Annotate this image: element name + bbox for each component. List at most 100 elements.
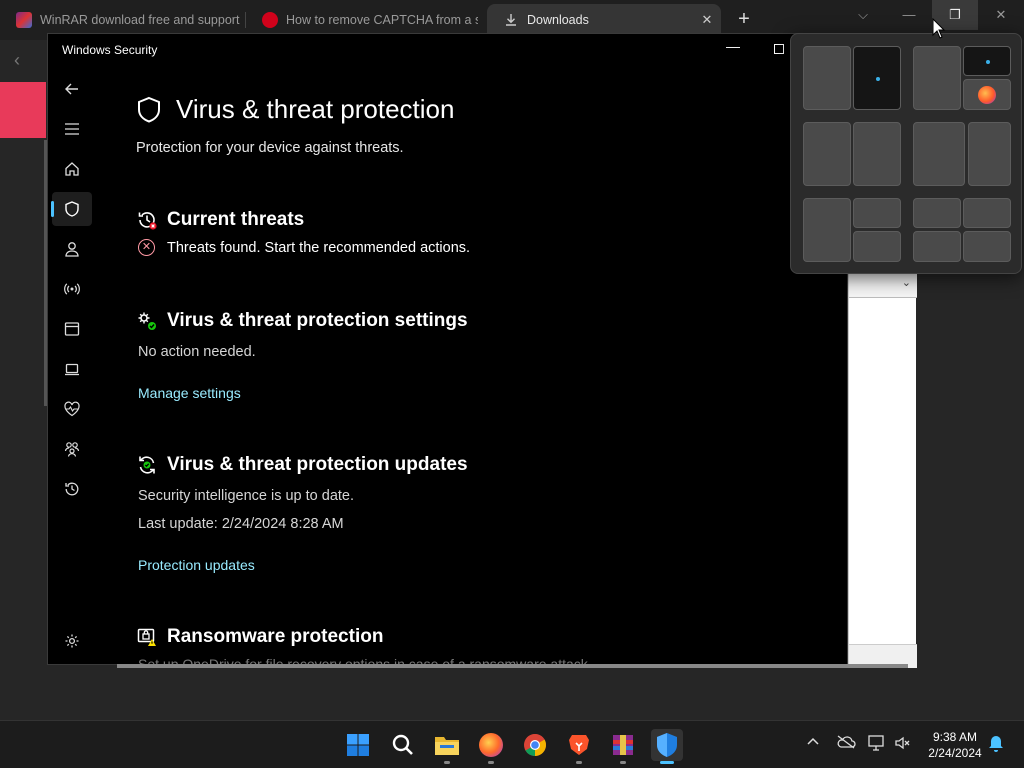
- clock-time: 9:38 AM: [932, 730, 978, 744]
- device-security-icon[interactable]: [52, 352, 92, 386]
- windows-security-window: Windows Security — Virus & threat protec…: [47, 33, 848, 665]
- account-icon[interactable]: [52, 232, 92, 266]
- health-icon[interactable]: [52, 392, 92, 426]
- protection-updates-link[interactable]: Protection updates: [138, 557, 255, 573]
- snap-zone[interactable]: [963, 231, 1011, 262]
- snap-zone[interactable]: [968, 122, 1011, 186]
- shield-icon: [657, 733, 677, 757]
- search-icon: [392, 734, 413, 755]
- snap-zone[interactable]: [963, 79, 1011, 110]
- chrome-button[interactable]: [519, 729, 551, 761]
- page-header: Virus & threat protection: [136, 94, 454, 125]
- current-threats-title: Current threats: [136, 209, 304, 231]
- shield-icon[interactable]: [51, 192, 92, 226]
- snap-zone[interactable]: [963, 46, 1011, 76]
- ransomware-text: Set up OneDrive for file recovery option…: [138, 656, 592, 664]
- firefox-icon: [479, 733, 503, 757]
- tab-winrar[interactable]: WinRAR download free and support: [0, 4, 240, 36]
- winrar-button[interactable]: [607, 729, 639, 764]
- menu-icon[interactable]: [52, 112, 92, 146]
- page-banner: [0, 82, 46, 138]
- tab-downloads[interactable]: Downloads ✕: [487, 4, 721, 36]
- last-update: Last update: 2/24/2024 8:28 AM: [138, 516, 344, 532]
- tab-label: How to remove CAPTCHA from a site: [286, 13, 478, 27]
- new-tab-button[interactable]: +: [733, 8, 755, 30]
- opera-favicon-icon: [262, 12, 278, 28]
- snap-zone[interactable]: [963, 198, 1011, 228]
- background-page-panel: ⌄: [848, 272, 917, 668]
- ransomware-title: Ransomware protection: [136, 626, 383, 648]
- clock-date: 2/24/2024: [928, 746, 982, 760]
- tab-label: Downloads: [527, 13, 589, 27]
- close-button[interactable]: ✕: [978, 0, 1024, 30]
- updates-status: Security intelligence is up to date.: [138, 488, 355, 504]
- minimize-button[interactable]: —: [886, 0, 932, 30]
- snap-zone[interactable]: [803, 46, 851, 110]
- back-icon[interactable]: [52, 72, 92, 106]
- dropdown[interactable]: ⌄: [849, 272, 917, 298]
- snap-zone[interactable]: [853, 198, 901, 228]
- updates-title: Virus & threat protection updates: [136, 454, 468, 476]
- winrar-favicon-icon: [16, 12, 32, 28]
- winrar-icon: [613, 735, 633, 755]
- volume-muted-icon[interactable]: [894, 735, 912, 754]
- snap-zone[interactable]: [803, 122, 851, 186]
- settings-icon[interactable]: [52, 624, 92, 658]
- sidebar-nav: [48, 72, 96, 664]
- system-clock[interactable]: 9:38 AM 2/24/2024: [920, 729, 990, 761]
- network-icon[interactable]: [868, 735, 886, 754]
- tab-search-dropdown-icon[interactable]: ⌵: [840, 0, 886, 30]
- snap-zone[interactable]: [853, 231, 901, 262]
- window-title: Windows Security: [62, 43, 158, 57]
- snap-zone[interactable]: [913, 122, 965, 186]
- windows-security-button[interactable]: [651, 729, 683, 764]
- snap-zone[interactable]: [803, 198, 851, 262]
- horizontal-scrollbar[interactable]: [117, 664, 908, 668]
- brave-button[interactable]: [563, 729, 595, 764]
- network-icon[interactable]: [52, 272, 92, 306]
- windows-logo-icon: [347, 734, 369, 756]
- taskbar: 9:38 AM 2/24/2024: [0, 720, 1024, 768]
- notification-bell-icon[interactable]: [988, 735, 1004, 758]
- firefox-icon: [978, 86, 996, 104]
- snap-zone[interactable]: [913, 231, 961, 262]
- browser-back-icon[interactable]: ‹: [14, 50, 20, 71]
- folder-icon: [435, 737, 459, 755]
- page-subtitle: Protection for your device against threa…: [136, 140, 404, 156]
- page-title: Virus & threat protection: [176, 94, 455, 124]
- show-hidden-icons-icon[interactable]: [806, 735, 820, 752]
- snap-zone[interactable]: [853, 122, 901, 186]
- history-icon[interactable]: [52, 472, 92, 506]
- update-check-icon: [139, 456, 155, 474]
- settings-title: Virus & threat protection settings: [136, 310, 468, 332]
- mouse-cursor-icon: [932, 18, 946, 39]
- file-explorer-button[interactable]: [431, 729, 463, 764]
- snap-zone[interactable]: [853, 46, 901, 110]
- manage-settings-link[interactable]: Manage settings: [138, 385, 241, 401]
- snap-zone[interactable]: [913, 198, 961, 228]
- firefox-button[interactable]: [475, 729, 507, 764]
- family-icon[interactable]: [52, 432, 92, 466]
- search-button[interactable]: [387, 729, 419, 761]
- ransomware-icon: [137, 628, 156, 646]
- chrome-icon: [524, 734, 546, 756]
- threat-status: ✕ Threats found. Start the recommended a…: [138, 239, 470, 256]
- app-browser-icon[interactable]: [52, 312, 92, 346]
- close-tab-icon[interactable]: ✕: [699, 12, 715, 28]
- shield-icon: [138, 96, 160, 123]
- error-icon: ✕: [138, 239, 155, 256]
- tab-label: WinRAR download free and support: [40, 13, 240, 27]
- tab-captcha[interactable]: How to remove CAPTCHA from a site: [246, 4, 478, 36]
- home-icon[interactable]: [52, 152, 92, 186]
- threat-history-icon: [138, 212, 157, 230]
- settings-check-icon: [138, 312, 156, 330]
- brave-icon: [569, 735, 589, 755]
- download-icon: [506, 14, 516, 26]
- onedrive-icon[interactable]: [836, 735, 856, 752]
- start-button[interactable]: [342, 729, 374, 761]
- maximize-button[interactable]: [774, 44, 784, 54]
- settings-status: No action needed.: [138, 344, 256, 360]
- snap-zone[interactable]: [913, 46, 961, 110]
- minimize-button[interactable]: —: [726, 38, 740, 54]
- snap-layouts-flyout: [790, 33, 1022, 274]
